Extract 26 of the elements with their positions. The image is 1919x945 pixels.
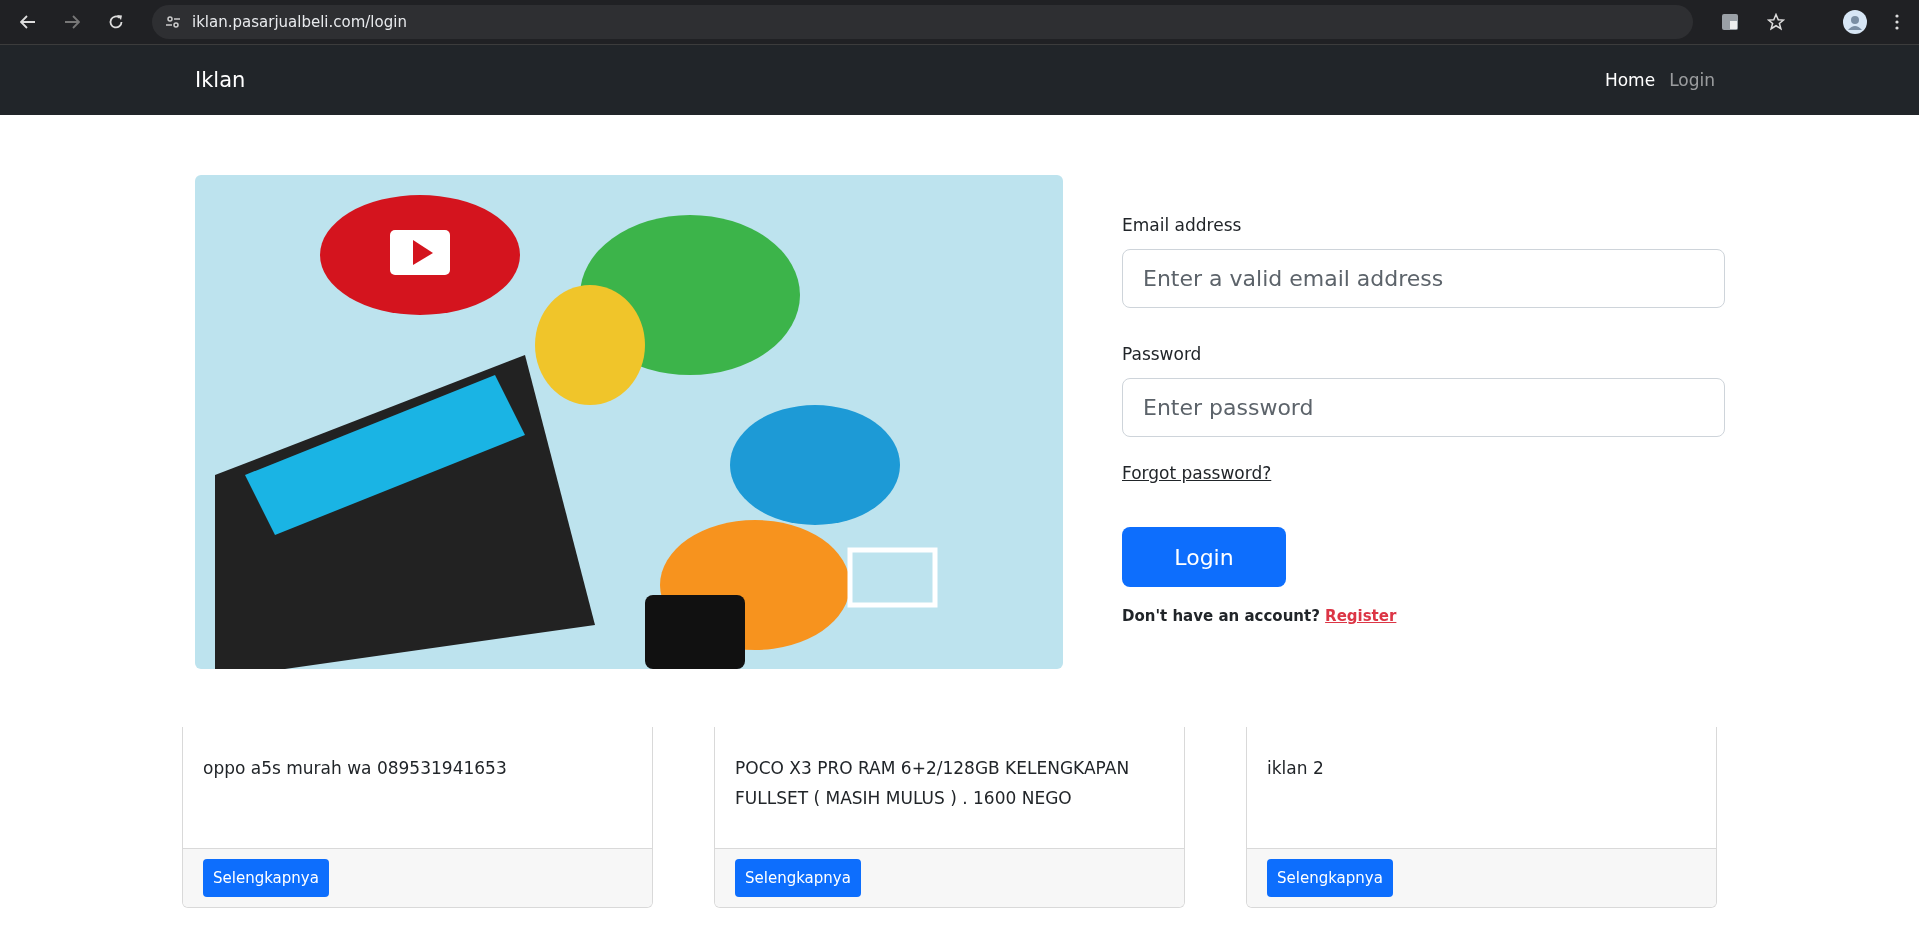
login-button[interactable]: Login (1122, 527, 1286, 587)
details-button[interactable]: Selengkapnya (1267, 859, 1393, 897)
profile-avatar-icon[interactable] (1843, 10, 1867, 34)
details-button[interactable]: Selengkapnya (735, 859, 861, 897)
site-settings-icon[interactable] (166, 16, 180, 28)
register-prompt: Don't have an account? (1122, 607, 1320, 625)
more-menu-icon[interactable] (1895, 14, 1899, 30)
nav-link[interactable]: Home (1604, 70, 1656, 90)
listing-title: iklan 2 (1267, 757, 1325, 780)
listing-title: oppo a5s murah wa 089531941653 (203, 757, 508, 780)
password-input[interactable]: Enter password (1122, 378, 1725, 437)
listing-title: POCO X3 PRO RAM 6+2/128GB KELENGKAPAN FULLSET ( MASIH MULUS ) . 1600 NEGO (735, 757, 1131, 810)
translate-icon[interactable] (1721, 13, 1739, 31)
nav-link[interactable]: Login (1669, 70, 1715, 90)
field-label: Password (1122, 344, 1202, 364)
star-icon[interactable] (1767, 13, 1785, 31)
forward-icon[interactable] (64, 15, 80, 29)
details-button[interactable]: Selengkapnya (203, 859, 329, 897)
email-input[interactable]: Enter a valid email address (1122, 249, 1725, 308)
address-bar[interactable]: iklan.pasarjualbeli.com/login (152, 5, 1693, 39)
back-icon[interactable] (20, 15, 36, 29)
brand-link[interactable]: Iklan (195, 68, 246, 92)
reload-icon[interactable] (108, 14, 124, 30)
forgot-password-link[interactable]: Forgot password? (1122, 463, 1272, 483)
field-label: Email address (1122, 215, 1242, 235)
register-link[interactable]: Register (1325, 607, 1397, 625)
